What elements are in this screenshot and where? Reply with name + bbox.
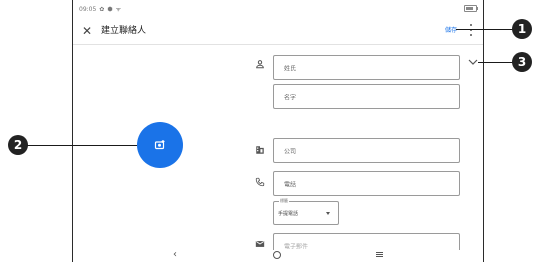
- email-icon: [254, 238, 266, 250]
- battery-icon: [464, 5, 478, 12]
- callout-line-2: [27, 145, 137, 146]
- given-name-field[interactable]: 名字: [273, 84, 460, 109]
- caret-down-icon: [326, 212, 330, 215]
- status-bar: 09:05 ✿ ⬢ ᯤ: [79, 4, 478, 14]
- person-icon: [254, 58, 266, 70]
- app-bar-divider: [73, 44, 483, 45]
- nav-recents-icon[interactable]: [376, 252, 383, 257]
- tablet-screen: 09:05 ✿ ⬢ ᯤ ✕ 建立聯絡人 儲存 姓氏 名字 公司 電話 標籤 手提…: [72, 0, 484, 262]
- callout-badge-2: 2: [8, 135, 28, 155]
- business-icon: [254, 144, 266, 156]
- add-photo-icon: [154, 140, 165, 150]
- phone-type-value: 手提電話: [278, 211, 299, 217]
- more-vert-icon[interactable]: [469, 23, 473, 37]
- shield-icon: ⬢: [107, 5, 113, 13]
- wifi-icon: ᯤ: [115, 6, 122, 13]
- gear-icon: ✿: [99, 5, 105, 13]
- page-title: 建立聯絡人: [101, 26, 147, 36]
- expand-more-icon[interactable]: [468, 58, 478, 66]
- add-photo-button[interactable]: [137, 122, 183, 168]
- phone-placeholder: 電話: [284, 181, 297, 188]
- status-time: 09:05: [79, 5, 97, 13]
- company-field[interactable]: 公司: [273, 138, 460, 163]
- surname-placeholder: 姓氏: [284, 65, 297, 72]
- app-bar: ✕ 建立聯絡人 儲存: [73, 18, 483, 44]
- callout-badge-3: 3: [512, 52, 532, 72]
- nav-back-icon[interactable]: ‹: [173, 250, 177, 260]
- surname-field[interactable]: 姓氏: [273, 55, 460, 80]
- callout-badge-1: 1: [512, 19, 532, 39]
- phone-icon: [254, 176, 266, 188]
- callout-line-1: [456, 29, 514, 30]
- callout-line-3: [478, 62, 514, 63]
- given-name-placeholder: 名字: [284, 94, 297, 101]
- phone-type-select[interactable]: 標籤 手提電話: [273, 198, 339, 225]
- company-placeholder: 公司: [284, 148, 297, 155]
- nav-home-icon[interactable]: [273, 251, 281, 259]
- phone-field[interactable]: 電話: [273, 171, 460, 196]
- close-icon[interactable]: ✕: [82, 24, 92, 38]
- navigation-bar: ‹: [73, 250, 483, 262]
- phone-type-label: 標籤: [279, 198, 289, 204]
